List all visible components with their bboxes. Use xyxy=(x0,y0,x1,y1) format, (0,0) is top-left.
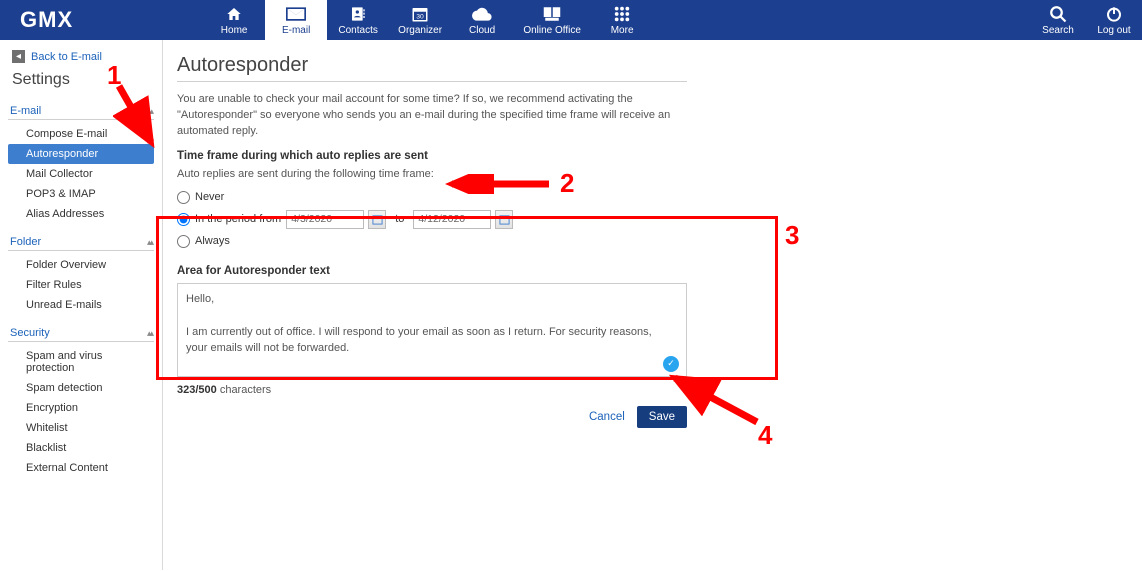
settings-title: Settings xyxy=(0,67,162,99)
sidebar-item-pop3-imap[interactable]: POP3 & IMAP xyxy=(8,184,154,204)
section-label: Folder xyxy=(10,236,41,248)
nav-home[interactable]: Home xyxy=(203,0,265,40)
textarea-wrapper: ✓ xyxy=(177,283,687,380)
section-email-list: Compose E-mail Autoresponder Mail Collec… xyxy=(0,122,162,230)
radio-never-label: Never xyxy=(195,191,224,203)
nav-email[interactable]: E-mail xyxy=(265,0,327,40)
date-to-input[interactable] xyxy=(413,210,491,229)
calendar-small-icon xyxy=(372,214,383,225)
sidebar-item-whitelist[interactable]: Whitelist xyxy=(8,418,154,438)
nav-label: More xyxy=(611,25,634,36)
radio-always-row[interactable]: Always xyxy=(177,232,1116,251)
sidebar-item-spam-virus[interactable]: Spam and virus protection xyxy=(8,346,154,378)
date-from-input[interactable] xyxy=(286,210,364,229)
radio-always[interactable] xyxy=(177,235,190,248)
chevron-left-icon: ◂ xyxy=(12,50,25,63)
sidebar-item-external-content[interactable]: External Content xyxy=(8,458,154,478)
nav-contacts[interactable]: Contacts xyxy=(327,0,389,40)
radio-period-label: In the period from xyxy=(195,213,281,225)
sidebar-item-spam-detection[interactable]: Spam detection xyxy=(8,378,154,398)
calendar-icon: 30 xyxy=(411,5,429,23)
collapse-icon: ▴▴ xyxy=(147,238,152,247)
radio-never-row[interactable]: Never xyxy=(177,188,1116,207)
nav-cloud[interactable]: Cloud xyxy=(451,0,513,40)
back-label: Back to E-mail xyxy=(31,51,102,63)
sidebar-item-compose[interactable]: Compose E-mail xyxy=(8,124,154,144)
timeframe-heading: Time frame during which auto replies are… xyxy=(177,150,1116,162)
nav-primary: Home E-mail Contacts 30 Organizer Cloud xyxy=(203,0,653,40)
cloud-icon xyxy=(472,5,492,23)
sidebar-item-blacklist[interactable]: Blacklist xyxy=(8,438,154,458)
timeframe-description: Auto replies are sent during the followi… xyxy=(177,168,1116,180)
section-folder-list: Folder Overview Filter Rules Unread E-ma… xyxy=(0,253,162,321)
collapse-icon: ▴▴ xyxy=(147,329,152,338)
nav-label: Search xyxy=(1042,25,1074,36)
page-title: Autoresponder xyxy=(177,54,687,82)
nav-online-office[interactable]: Online Office xyxy=(513,0,591,40)
nav-label: Contacts xyxy=(338,25,377,36)
section-folder-header[interactable]: Folder ▴▴ xyxy=(8,232,154,251)
char-counter: 323/500 characters xyxy=(177,384,1116,396)
nav-more[interactable]: More xyxy=(591,0,653,40)
to-label: to xyxy=(391,213,408,225)
sidebar-item-folder-overview[interactable]: Folder Overview xyxy=(8,255,154,275)
sidebar-item-mail-collector[interactable]: Mail Collector xyxy=(8,164,154,184)
back-to-email-link[interactable]: ◂ Back to E-mail xyxy=(0,50,162,67)
section-label: E-mail xyxy=(10,105,41,117)
check-icon: ✓ xyxy=(663,356,679,372)
date-to-picker-button[interactable] xyxy=(495,210,513,229)
save-button[interactable]: Save xyxy=(637,406,687,428)
radio-always-label: Always xyxy=(195,235,230,247)
sidebar-item-encryption[interactable]: Encryption xyxy=(8,398,154,418)
sidebar-item-unread[interactable]: Unread E-mails xyxy=(8,295,154,315)
sidebar-item-alias[interactable]: Alias Addresses xyxy=(8,204,154,224)
char-count-label: characters xyxy=(217,384,271,396)
autoresponder-textarea[interactable] xyxy=(177,283,687,377)
section-email-header[interactable]: E-mail ▴▴ xyxy=(8,101,154,120)
top-nav-bar: GMX Home E-mail Contacts 30 Organizer xyxy=(0,0,1142,40)
settings-sidebar: ◂ Back to E-mail Settings E-mail ▴▴ Comp… xyxy=(0,40,163,570)
cancel-button[interactable]: Cancel xyxy=(589,411,625,423)
nav-search[interactable]: Search xyxy=(1030,0,1086,40)
nav-label: Log out xyxy=(1097,25,1130,36)
nav-label: Home xyxy=(221,25,248,36)
sidebar-item-autoresponder[interactable]: Autoresponder xyxy=(8,144,154,164)
main-panel: Autoresponder You are unable to check yo… xyxy=(163,40,1142,570)
section-security-header[interactable]: Security ▴▴ xyxy=(8,323,154,342)
page-description: You are unable to check your mail accoun… xyxy=(177,92,687,140)
char-count-value: 323/500 xyxy=(177,384,217,396)
nav-right: Search Log out xyxy=(1030,0,1142,40)
radio-period-row: In the period from to xyxy=(177,207,1116,232)
mail-icon xyxy=(286,5,306,23)
power-icon xyxy=(1106,5,1122,23)
nav-label: Organizer xyxy=(398,25,442,36)
calendar-small-icon xyxy=(499,214,510,225)
sidebar-item-filter-rules[interactable]: Filter Rules xyxy=(8,275,154,295)
nav-logout[interactable]: Log out xyxy=(1086,0,1142,40)
nav-label: E-mail xyxy=(282,25,310,36)
section-label: Security xyxy=(10,327,50,339)
office-icon xyxy=(543,5,561,23)
textarea-heading: Area for Autoresponder text xyxy=(177,265,1116,277)
section-security-list: Spam and virus protection Spam detection… xyxy=(0,344,162,484)
button-row: Cancel Save xyxy=(177,406,687,428)
brand-logo: GMX xyxy=(20,0,73,40)
nav-organizer[interactable]: 30 Organizer xyxy=(389,0,451,40)
nav-label: Cloud xyxy=(469,25,495,36)
nav-label: Online Office xyxy=(523,25,581,36)
contacts-icon xyxy=(350,5,366,23)
collapse-icon: ▴▴ xyxy=(147,107,152,116)
radio-never[interactable] xyxy=(177,191,190,204)
radio-period[interactable] xyxy=(177,213,190,226)
date-from-picker-button[interactable] xyxy=(368,210,386,229)
search-icon xyxy=(1049,5,1067,23)
home-icon xyxy=(225,5,243,23)
grid-icon xyxy=(614,5,630,23)
annotation-number-4: 4 xyxy=(758,420,772,451)
content-wrapper: ◂ Back to E-mail Settings E-mail ▴▴ Comp… xyxy=(0,40,1142,570)
svg-text:30: 30 xyxy=(416,13,424,20)
